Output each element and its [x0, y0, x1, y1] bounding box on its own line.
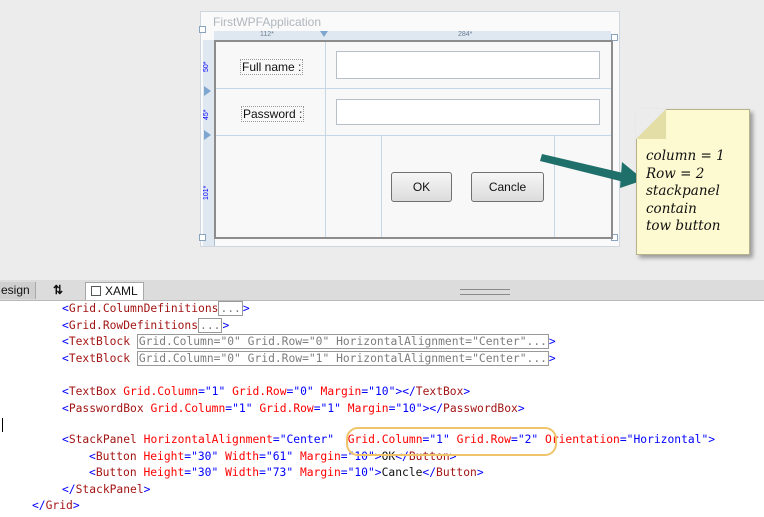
column-divider [325, 42, 326, 237]
code-line: <TextBox Grid.Column="1" Grid.Row="0" Ma… [62, 385, 471, 398]
full-name-textbox[interactable] [336, 51, 600, 79]
row-divider [216, 88, 611, 89]
code-line: </Grid> [32, 499, 80, 512]
collapsed-region[interactable]: Grid.Column="0" Grid.Row="0" HorizontalA… [136, 334, 549, 349]
code-line: </StackPanel> [62, 482, 151, 496]
full-name-label: Full name : [240, 59, 304, 75]
view-tab-strip: esign ⇅ XAML [0, 280, 764, 301]
callout-arrow-icon [540, 154, 644, 188]
move-handle-icon[interactable] [199, 26, 206, 33]
annotation-highlight-ellipse [346, 427, 557, 456]
tab-xaml[interactable]: XAML [85, 282, 144, 300]
pane-splitter-grip[interactable] [460, 289, 510, 295]
row-splitter-marker-2[interactable] [204, 130, 211, 140]
row-0-size: 50* [203, 61, 210, 72]
resize-handle[interactable] [199, 234, 206, 241]
swap-panes-icon[interactable]: ⇅ [48, 282, 68, 299]
code-line: <PasswordBox Grid.Column="1" Grid.Row="1… [62, 401, 525, 415]
collapsed-region[interactable]: ... [198, 317, 223, 333]
password-label: Password : [241, 106, 305, 122]
collapsed-region[interactable]: ... [218, 301, 243, 316]
column-splitter-marker[interactable] [320, 31, 328, 37]
password-box[interactable] [336, 99, 600, 125]
code-line: <Grid.ColumnDefinitions... > [62, 301, 250, 316]
note-fold-corner [636, 109, 666, 139]
column-0-size: 112* [260, 31, 274, 38]
code-line: <TextBlock Grid.Column="0" Grid.Row="1" … [62, 350, 556, 366]
code-line: <TextBlock Grid.Column="0" Grid.Row="0" … [62, 334, 556, 349]
xaml-code-editor[interactable]: <Grid.ColumnDefinitions... > <Grid.RowDef… [0, 301, 764, 517]
wpf-window-preview[interactable]: FirstWPFApplication 112* 284* 50* 45* 10… [199, 11, 620, 247]
stackpanel-bound [381, 135, 382, 237]
column-1-size: 284* [458, 31, 473, 38]
tab-xaml-label: XAML [105, 284, 138, 298]
designer-surface[interactable]: FirstWPFApplication 112* 284* 50* 45* 10… [0, 0, 764, 280]
collapsed-region[interactable]: Grid.Column="0" Grid.Row="1" HorizontalA… [136, 350, 549, 366]
cancel-button[interactable]: Cancle [471, 172, 544, 202]
xaml-file-icon [91, 286, 101, 296]
window-title: FirstWPFApplication [213, 15, 322, 29]
text-caret [2, 418, 3, 432]
layout-grid[interactable]: Full name : Password : OK Cancle [214, 40, 613, 239]
row-splitter-marker-1[interactable] [204, 86, 211, 96]
tab-design[interactable]: esign [0, 282, 36, 299]
row-1-size: 45* [203, 109, 210, 120]
ok-button[interactable]: OK [391, 172, 452, 202]
note-text: column = 1 Row = 2 stackpanel contain to… [646, 148, 725, 234]
row-2-size: 101* [203, 185, 210, 200]
code-line: <Grid.RowDefinitions... > [62, 317, 230, 333]
code-line: <Button Height="30" Width="73" Margin="1… [89, 466, 484, 479]
row-divider [216, 135, 611, 136]
